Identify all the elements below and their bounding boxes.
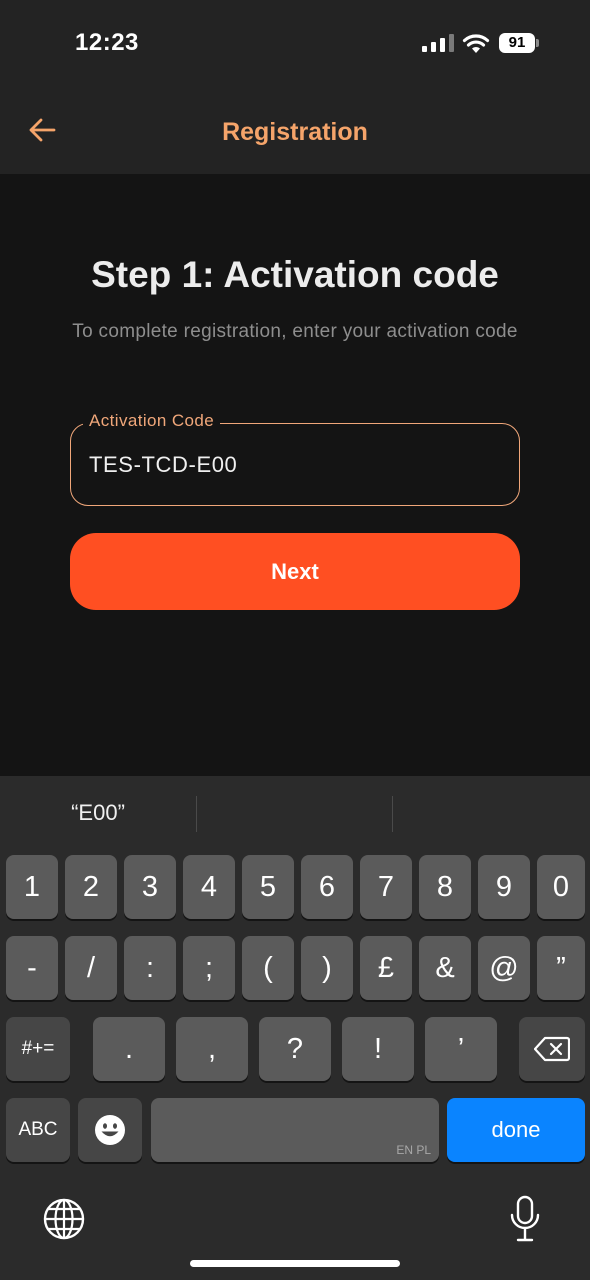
key-ampersand[interactable]: & <box>419 936 471 1000</box>
key-abc[interactable]: ABC <box>6 1098 70 1162</box>
key-quote[interactable]: ” <box>537 936 585 1000</box>
key-colon[interactable]: : <box>124 936 176 1000</box>
key-3[interactable]: 3 <box>124 855 176 919</box>
key-hyphen[interactable]: - <box>6 936 58 1000</box>
suggestion-bar: “E00” <box>0 776 590 852</box>
key-0[interactable]: 0 <box>537 855 585 919</box>
next-button[interactable]: Next <box>70 533 520 610</box>
key-apostrophe[interactable]: ’ <box>425 1017 497 1081</box>
key-symbols-toggle[interactable]: #+= <box>6 1017 70 1081</box>
key-1[interactable]: 1 <box>6 855 58 919</box>
key-8[interactable]: 8 <box>419 855 471 919</box>
activation-code-field[interactable]: Activation Code <box>70 411 520 506</box>
key-open-paren[interactable]: ( <box>242 936 294 1000</box>
key-pound[interactable]: £ <box>360 936 412 1000</box>
backspace-icon <box>533 1036 571 1062</box>
battery-level: 91 <box>499 33 535 53</box>
key-close-paren[interactable]: ) <box>301 936 353 1000</box>
key-9[interactable]: 9 <box>478 855 530 919</box>
status-time: 12:23 <box>75 29 139 56</box>
step-title: Step 1: Activation code <box>91 254 499 295</box>
battery-icon: 91 <box>499 33 539 53</box>
key-question[interactable]: ? <box>259 1017 331 1081</box>
status-bar: 12:23 91 <box>0 0 590 90</box>
key-semicolon[interactable]: ; <box>183 936 235 1000</box>
key-6[interactable]: 6 <box>301 855 353 919</box>
space-language-label: EN PL <box>396 1143 431 1157</box>
key-emoji[interactable] <box>78 1098 142 1162</box>
page-title: Registration <box>222 118 368 146</box>
main-content: Step 1: Activation code To complete regi… <box>0 174 590 776</box>
key-slash[interactable]: / <box>65 936 117 1000</box>
key-5[interactable]: 5 <box>242 855 294 919</box>
key-comma[interactable]: , <box>176 1017 248 1081</box>
activation-code-label: Activation Code <box>83 411 221 431</box>
key-at[interactable]: @ <box>478 936 530 1000</box>
cellular-signal-icon <box>422 34 454 52</box>
key-exclamation[interactable]: ! <box>342 1017 414 1081</box>
key-backspace[interactable] <box>519 1017 585 1081</box>
microphone-icon[interactable] <box>508 1195 542 1243</box>
emoji-icon <box>95 1115 125 1145</box>
app-bar: Registration <box>0 90 590 174</box>
key-2[interactable]: 2 <box>65 855 117 919</box>
home-indicator <box>190 1260 400 1267</box>
activation-code-input[interactable] <box>89 450 489 480</box>
key-space[interactable]: EN PL <box>151 1098 439 1162</box>
key-done[interactable]: done <box>447 1098 585 1162</box>
globe-icon[interactable] <box>42 1197 86 1241</box>
key-period[interactable]: . <box>93 1017 165 1081</box>
step-subtitle: To complete registration, enter your act… <box>72 321 518 342</box>
suggestion-item[interactable]: “E00” <box>30 800 166 826</box>
key-4[interactable]: 4 <box>183 855 235 919</box>
wifi-icon <box>462 34 490 53</box>
key-7[interactable]: 7 <box>360 855 412 919</box>
